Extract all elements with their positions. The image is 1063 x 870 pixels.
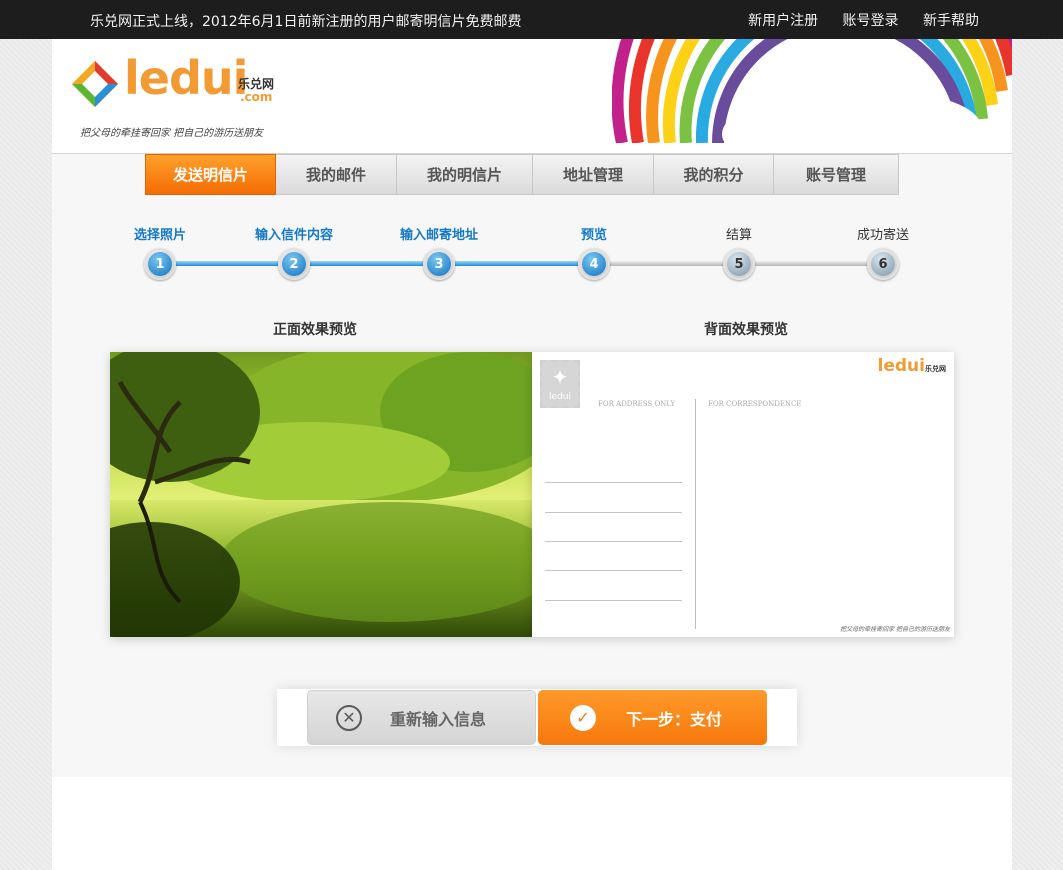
check-icon: ✓ bbox=[570, 704, 596, 731]
reenter-info-button[interactable]: ✕ 重新输入信息 bbox=[307, 690, 536, 745]
step-number: 2 bbox=[282, 252, 306, 276]
step-label: 选择照片 bbox=[133, 228, 186, 243]
address-line bbox=[545, 482, 682, 483]
step-number: 4 bbox=[582, 252, 606, 276]
step-1: 选择照片 1 bbox=[100, 224, 220, 280]
step-label: 成功寄送 bbox=[856, 228, 909, 243]
tab-address-management[interactable]: 地址管理 bbox=[533, 154, 654, 195]
postcard-front-image bbox=[110, 352, 532, 637]
step-circle: 5 bbox=[723, 248, 755, 280]
tab-send-postcard[interactable]: 发送明信片 bbox=[145, 154, 276, 195]
logo-com: .com bbox=[240, 90, 273, 104]
step-label: 输入信件内容 bbox=[254, 228, 333, 243]
step-label: 预览 bbox=[580, 228, 607, 243]
postcard-logo-cn: 乐兑网 bbox=[925, 365, 946, 373]
step-3: 输入邮寄地址 3 bbox=[379, 224, 499, 280]
tab-my-mail[interactable]: 我的邮件 bbox=[276, 154, 397, 195]
back-preview-label: 背面效果预览 bbox=[704, 322, 788, 338]
step-circle: 1 bbox=[144, 248, 176, 280]
correspondence-header: FOR CORRESPONDENCE bbox=[708, 400, 802, 408]
address-header: FOR ADDRESS ONLY bbox=[598, 400, 676, 408]
tab-account-management[interactable]: 账号管理 bbox=[774, 154, 899, 195]
front-preview-label: 正面效果预览 bbox=[273, 322, 357, 338]
postcard-footer: 把父母的牵挂寄回家 把自己的游历送朋友 bbox=[840, 626, 950, 633]
rainbow-decoration bbox=[612, 39, 1012, 143]
address-line bbox=[545, 512, 682, 513]
stamp-star-icon: ✦ bbox=[551, 365, 569, 389]
lake-forest-photo bbox=[110, 352, 532, 637]
postcard-divider bbox=[695, 399, 696, 629]
main-container: ledui 乐兑网 .com 把父母的牵挂寄回家 把自己的游历送朋友 发送明信片… bbox=[52, 39, 1012, 870]
announcement-text: 乐兑网正式上线，2012年6月1日前新注册的用户邮寄明信片免费邮费 bbox=[90, 14, 522, 30]
stamp-text: ledui bbox=[549, 392, 571, 402]
reenter-info-label: 重新输入信息 bbox=[390, 709, 487, 729]
logo-slogan: 把父母的牵挂寄回家 把自己的游历送朋友 bbox=[80, 128, 264, 139]
step-circle: 3 bbox=[423, 248, 455, 280]
register-link[interactable]: 新用户注册 bbox=[748, 13, 818, 29]
site-logo[interactable]: ledui 乐兑网 .com 把父母的牵挂寄回家 把自己的游历送朋友 bbox=[72, 51, 292, 139]
step-number: 1 bbox=[148, 252, 172, 276]
tab-my-points[interactable]: 我的积分 bbox=[654, 154, 774, 195]
step-circle: 6 bbox=[867, 248, 899, 280]
top-bar: 乐兑网正式上线，2012年6月1日前新注册的用户邮寄明信片免费邮费 新用户注册 … bbox=[0, 0, 1063, 39]
step-circle: 4 bbox=[578, 248, 610, 280]
close-circle-icon: ✕ bbox=[336, 704, 362, 731]
step-2: 输入信件内容 2 bbox=[234, 224, 354, 280]
postcard-logo: ledui乐兑网 bbox=[878, 356, 946, 376]
step-number: 6 bbox=[871, 252, 895, 276]
step-5: 结算 5 bbox=[679, 224, 799, 280]
step-number: 3 bbox=[427, 252, 451, 276]
address-line bbox=[545, 570, 682, 571]
step-circle: 2 bbox=[278, 248, 310, 280]
address-line bbox=[545, 600, 682, 601]
top-links: 新用户注册 账号登录 新手帮助 bbox=[728, 10, 979, 30]
bottom-area bbox=[52, 777, 1012, 870]
stamp-placeholder: ✦ ledui bbox=[540, 360, 580, 408]
step-4: 预览 4 bbox=[534, 224, 654, 280]
postcard-logo-word: ledui bbox=[877, 356, 925, 376]
postcard-back: ✦ ledui ledui乐兑网 FOR ADDRESS ONLY FOR CO… bbox=[532, 352, 954, 637]
diamond-logo-icon bbox=[72, 61, 118, 107]
site-header: ledui 乐兑网 .com 把父母的牵挂寄回家 把自己的游历送朋友 bbox=[52, 39, 1012, 154]
progress-steps: 选择照片 1 输入信件内容 2 输入邮寄地址 3 预览 4 结算 5 成功寄送 … bbox=[52, 224, 1012, 284]
login-link[interactable]: 账号登录 bbox=[843, 13, 899, 29]
step-number: 5 bbox=[727, 252, 751, 276]
help-link[interactable]: 新手帮助 bbox=[923, 13, 979, 29]
step-6: 成功寄送 6 bbox=[823, 224, 943, 280]
main-nav: 发送明信片 我的邮件 我的明信片 地址管理 我的积分 账号管理 bbox=[145, 154, 899, 195]
address-line bbox=[545, 541, 682, 542]
tab-my-postcards[interactable]: 我的明信片 bbox=[397, 154, 533, 195]
logo-word: ledui bbox=[124, 51, 248, 105]
action-bar: ✕ 重新输入信息 ✓ 下一步：支付 bbox=[277, 689, 797, 746]
step-label: 结算 bbox=[725, 228, 752, 243]
next-pay-button[interactable]: ✓ 下一步：支付 bbox=[538, 690, 767, 745]
step-label: 输入邮寄地址 bbox=[399, 228, 478, 243]
progress-fill bbox=[159, 261, 595, 266]
next-pay-label: 下一步：支付 bbox=[626, 709, 723, 729]
